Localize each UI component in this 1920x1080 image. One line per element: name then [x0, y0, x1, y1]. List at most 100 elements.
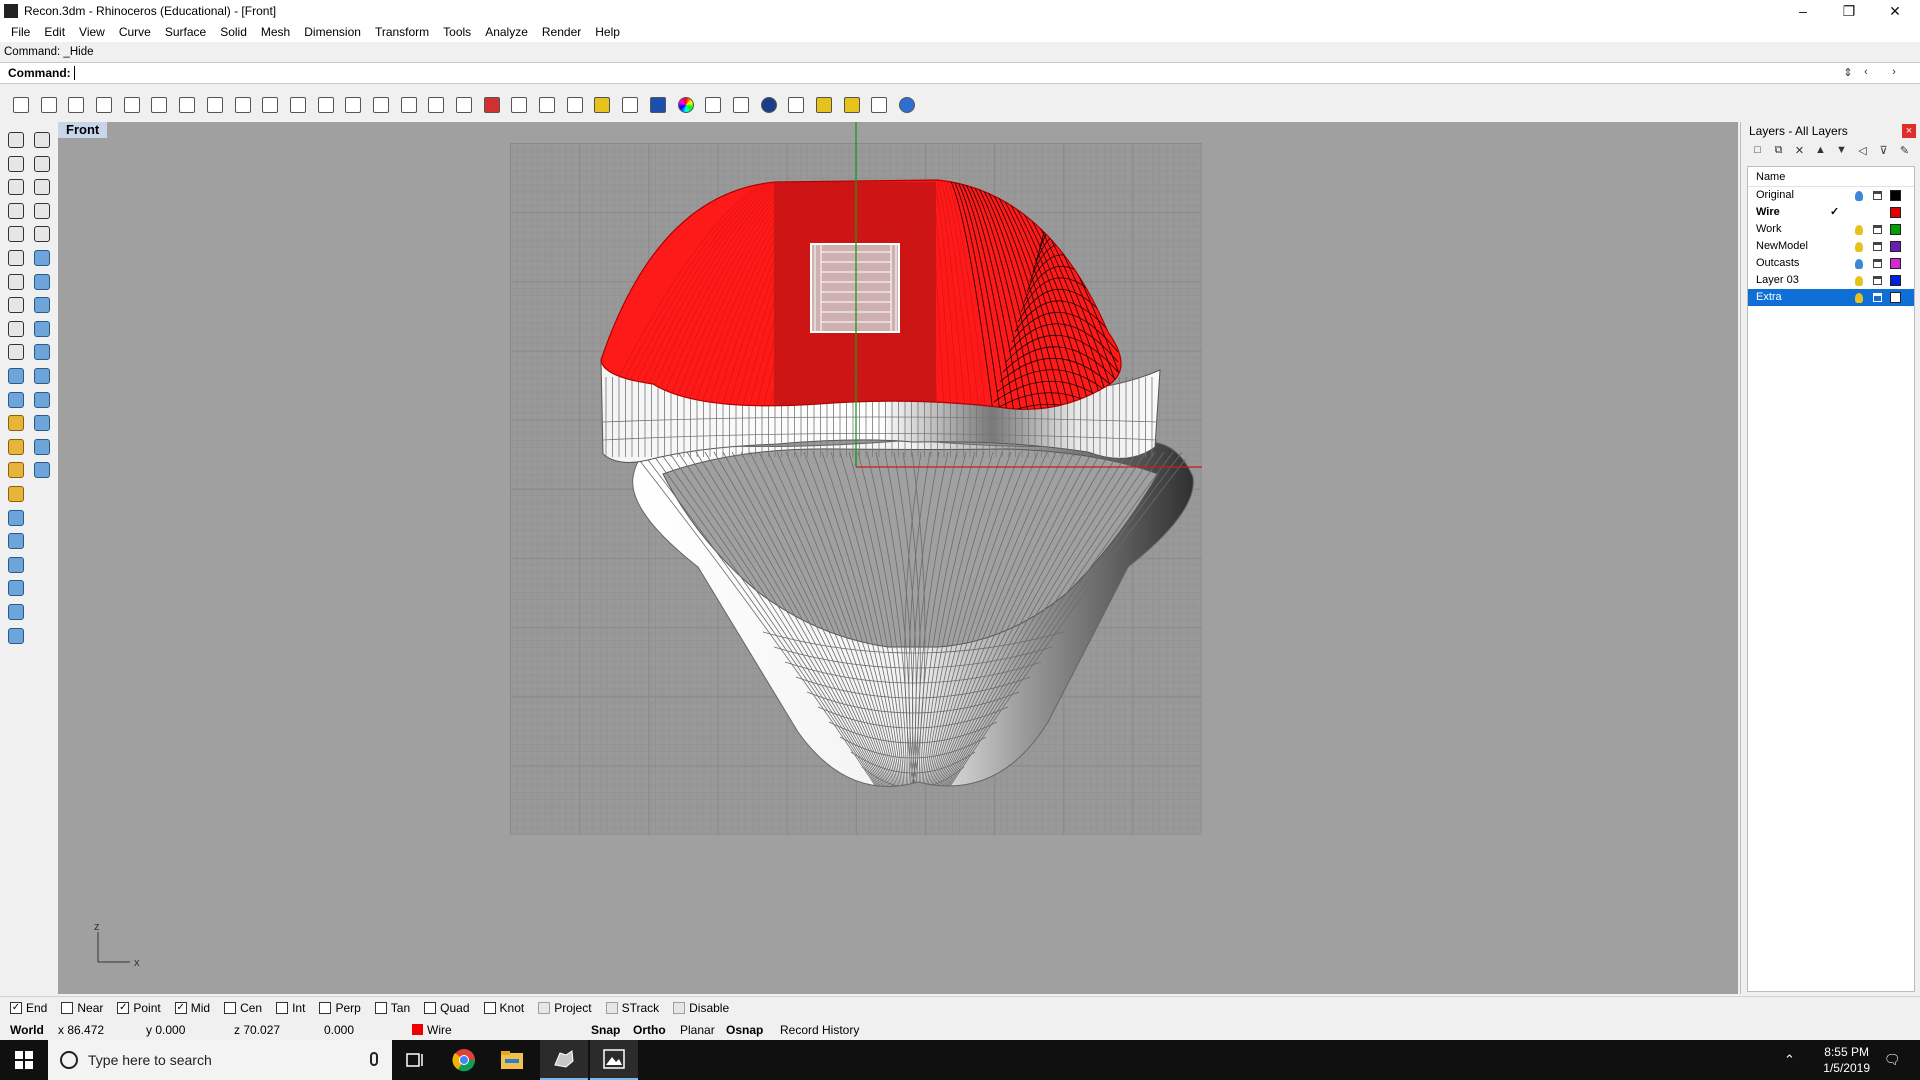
- layer-row[interactable]: Outcasts: [1748, 255, 1914, 272]
- move-icon[interactable]: [30, 128, 54, 152]
- filter-icon[interactable]: ⊽: [1873, 144, 1894, 162]
- surface-from-curves-icon[interactable]: [4, 364, 28, 388]
- layer-lock-icon[interactable]: [1873, 242, 1882, 251]
- cplane-icon[interactable]: [30, 411, 54, 435]
- circle-icon[interactable]: [4, 222, 28, 246]
- delete-layer-icon[interactable]: ✕: [1789, 144, 1810, 162]
- layer-visibility-bulb-icon[interactable]: [1855, 293, 1863, 303]
- properties-icon[interactable]: [30, 293, 54, 317]
- planar-toggle[interactable]: Planar: [680, 1023, 715, 1037]
- command-history-spin-icon[interactable]: ⇕: [1840, 66, 1856, 82]
- viewport-layout-icon[interactable]: [451, 92, 477, 118]
- new-layer-icon[interactable]: □: [1747, 144, 1768, 162]
- paste-icon[interactable]: [202, 92, 228, 118]
- menu-mesh[interactable]: Mesh: [254, 22, 297, 42]
- loft-icon[interactable]: [4, 482, 28, 506]
- layer-lock-icon[interactable]: [1873, 259, 1882, 268]
- gear-icon[interactable]: [839, 92, 865, 118]
- undo-view-icon[interactable]: [423, 92, 449, 118]
- layer-visibility-bulb-icon[interactable]: [1855, 225, 1863, 235]
- osnap-checkbox[interactable]: ✓: [174, 1001, 187, 1014]
- osnap-checkbox[interactable]: ✓: [117, 1001, 130, 1014]
- osnap-strack[interactable]: STrack: [605, 1001, 659, 1015]
- ortho-toggle[interactable]: Ortho: [633, 1023, 666, 1037]
- arc-icon[interactable]: [4, 246, 28, 270]
- mesh-tools-icon[interactable]: [30, 222, 54, 246]
- boolean-union-icon[interactable]: [4, 435, 28, 459]
- array-icon[interactable]: [30, 175, 54, 199]
- scale-icon[interactable]: [30, 152, 54, 176]
- layer-row[interactable]: Extra: [1748, 289, 1914, 306]
- ellipse-icon[interactable]: [4, 317, 28, 341]
- osnap-checkbox[interactable]: [424, 1001, 437, 1014]
- layer-visibility-bulb-icon[interactable]: [1855, 242, 1863, 252]
- render-sphere-icon[interactable]: [756, 92, 782, 118]
- osnap-toggle[interactable]: Osnap: [726, 1023, 763, 1037]
- notification-center-icon[interactable]: 🗨: [1884, 1052, 1901, 1068]
- select-icon[interactable]: [4, 128, 28, 152]
- snapshots-icon[interactable]: [30, 340, 54, 364]
- menu-tools[interactable]: Tools: [436, 22, 478, 42]
- trim-icon[interactable]: [4, 529, 28, 553]
- layer-color-swatch[interactable]: [1890, 190, 1901, 201]
- rotate-view-icon[interactable]: [285, 92, 311, 118]
- command-line[interactable]: Command: ⇕ ‹ ›: [0, 62, 1920, 84]
- pan-icon[interactable]: [257, 92, 283, 118]
- layer-row[interactable]: Layer 03: [1748, 272, 1914, 289]
- record-history-toggle[interactable]: Record History: [780, 1023, 859, 1037]
- osnap-cen[interactable]: Cen: [224, 1001, 262, 1015]
- polyline-icon[interactable]: [4, 175, 28, 199]
- viewport-title-tab[interactable]: Front: [58, 122, 108, 138]
- photos-taskbar-icon[interactable]: [590, 1040, 638, 1080]
- menu-solid[interactable]: Solid: [213, 22, 254, 42]
- explode-icon[interactable]: [4, 506, 28, 530]
- layer-lock-icon[interactable]: [1873, 276, 1882, 285]
- layer-lock-icon[interactable]: [1873, 191, 1882, 200]
- layer-row[interactable]: NewModel: [1748, 238, 1914, 255]
- move-layer-out-icon[interactable]: ◁: [1852, 144, 1873, 162]
- layer-color-swatch[interactable]: [1890, 224, 1901, 235]
- rectangle-icon[interactable]: [4, 293, 28, 317]
- flag-icon[interactable]: [811, 92, 837, 118]
- fillet-edge-icon[interactable]: [4, 600, 28, 624]
- move-layer-down-icon[interactable]: ▼: [1831, 144, 1852, 162]
- undo-icon[interactable]: [230, 92, 256, 118]
- open-icon[interactable]: [36, 92, 62, 118]
- osnap-tan[interactable]: Tan: [374, 1001, 410, 1015]
- help-icon[interactable]: [894, 92, 920, 118]
- curve-control-points-icon[interactable]: [4, 199, 28, 223]
- shield-icon[interactable]: [645, 92, 671, 118]
- new-sublayer-icon[interactable]: ⧉: [1768, 144, 1789, 162]
- menu-view[interactable]: View: [72, 22, 112, 42]
- osnap-checkbox[interactable]: [538, 1001, 551, 1014]
- osnap-checkbox[interactable]: [61, 1001, 74, 1014]
- analyze-icon[interactable]: [30, 364, 54, 388]
- zoom-dynamic-icon[interactable]: [340, 92, 366, 118]
- fillet-curve-icon[interactable]: [4, 340, 28, 364]
- start-button[interactable]: [0, 1040, 48, 1080]
- layer-color-swatch[interactable]: [1890, 207, 1901, 218]
- osnap-project[interactable]: Project: [538, 1001, 592, 1015]
- hatch-icon[interactable]: [30, 246, 54, 270]
- zoom-extents-icon[interactable]: [368, 92, 394, 118]
- move-layer-up-icon[interactable]: ▲: [1810, 144, 1831, 162]
- render-tools-icon[interactable]: [30, 270, 54, 294]
- polygon-icon[interactable]: [4, 270, 28, 294]
- osnap-quad[interactable]: Quad: [424, 1001, 470, 1015]
- rendered-icon[interactable]: [783, 92, 809, 118]
- layers-tool-icon[interactable]: [30, 317, 54, 341]
- osnap-checkbox[interactable]: [224, 1001, 237, 1014]
- display-icon[interactable]: [30, 458, 54, 482]
- osnap-int[interactable]: Int: [276, 1001, 305, 1015]
- layer-visibility-bulb-icon[interactable]: [1855, 276, 1863, 286]
- menu-file[interactable]: File: [4, 22, 37, 42]
- color-wheel-icon[interactable]: [673, 92, 699, 118]
- extrude-surface-icon[interactable]: [4, 388, 28, 412]
- cplane-label[interactable]: World: [10, 1023, 44, 1037]
- osnap-point[interactable]: ✓ Point: [117, 1001, 161, 1015]
- zoom-selected-icon[interactable]: [396, 92, 422, 118]
- layer-color-swatch[interactable]: [1890, 292, 1901, 303]
- snap-toggle[interactable]: Snap: [591, 1023, 620, 1037]
- print-icon[interactable]: [91, 92, 117, 118]
- helmet-model[interactable]: [58, 122, 1738, 994]
